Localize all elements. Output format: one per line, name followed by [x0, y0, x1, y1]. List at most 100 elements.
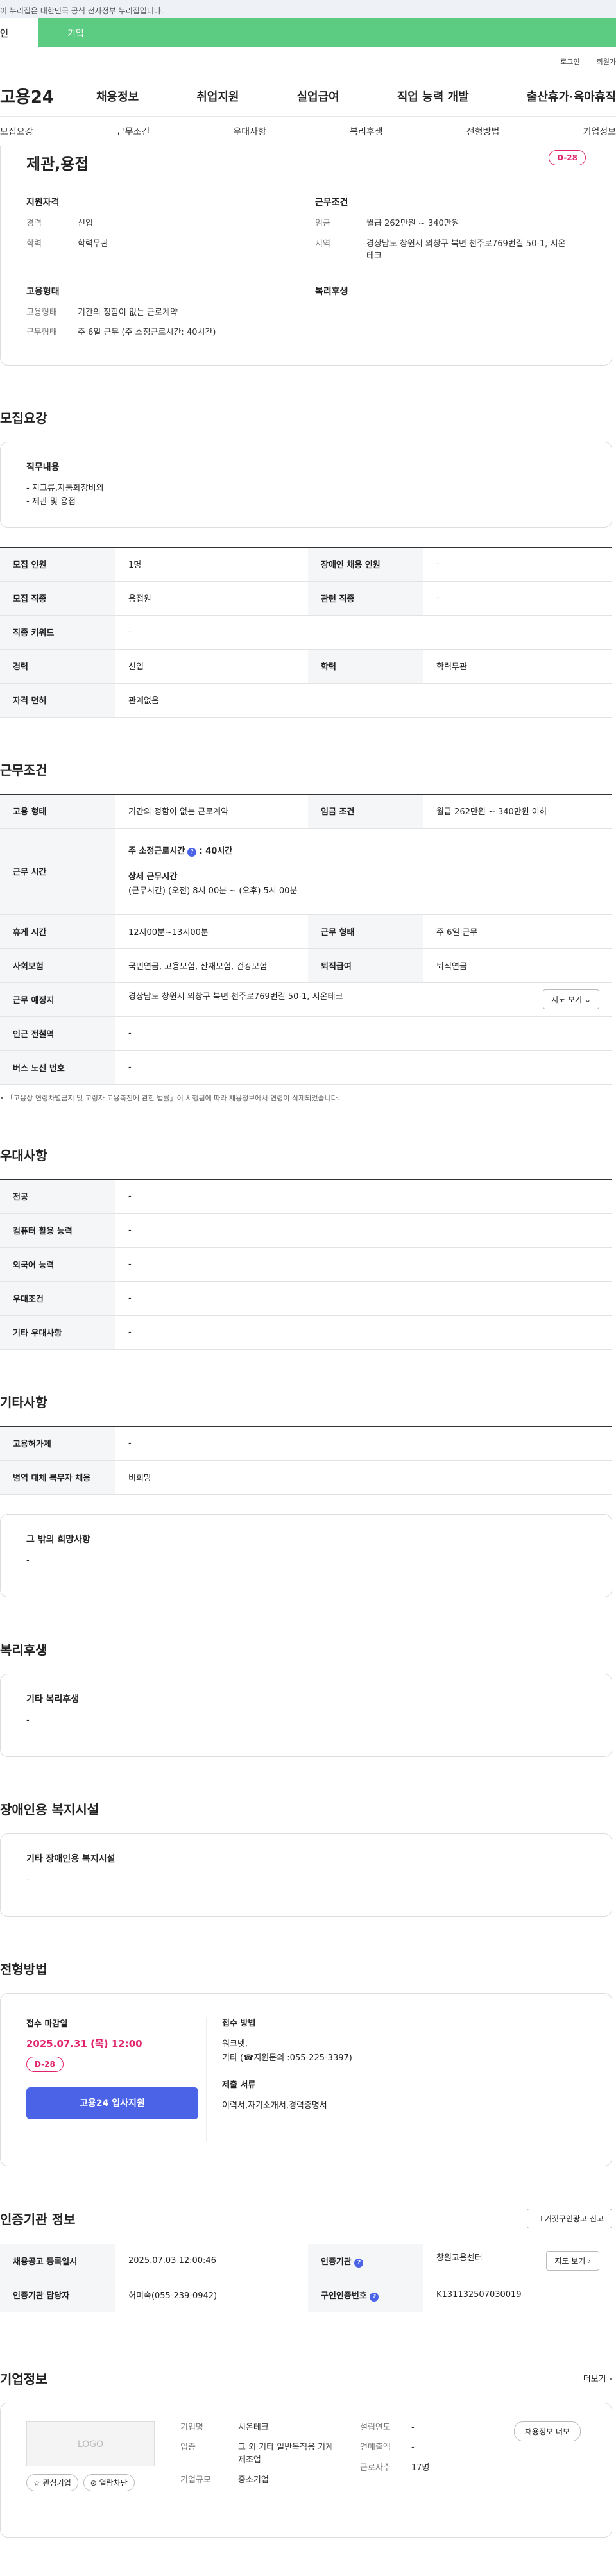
etc-table: 고용허가제 - 병역 대체 복무자 채용 비희망	[0, 1426, 612, 1495]
gnb-item-employment-support[interactable]: 취업지원	[196, 88, 239, 105]
weekly-hours-label: 주 소정근로시간	[128, 846, 185, 856]
tab-work-conditions[interactable]: 근무조건	[117, 125, 150, 138]
info-icon[interactable]: ?	[370, 2292, 379, 2302]
table-row: 채용공고 등록일시 2025.07.03 12:00:46 인증기관 ? 창원고용센터…	[0, 2244, 612, 2278]
work-time-cell: 주 소정근로시간 ? : 40시간 상세 근무시간 (근무시간) (오전) 8시…	[116, 828, 612, 915]
table-cell: 1명	[116, 547, 308, 582]
table-row: 버스 노선 번호 -	[0, 1050, 612, 1085]
table-row: 우대조건 -	[0, 1281, 612, 1316]
documents-heading: 제출 서류	[222, 2080, 256, 2091]
tab-recruit[interactable]: 모집요강	[0, 125, 33, 138]
usertype-individual[interactable]: 인	[0, 18, 38, 47]
table-row: 전공 -	[0, 1179, 612, 1214]
join-link[interactable]: 회원가	[597, 56, 616, 67]
usertype-company[interactable]: 기업	[38, 18, 616, 47]
cert-header: 인증기관 정보 ☐ 거짓구인광고 신고	[0, 2208, 612, 2228]
preference-table: 전공 - 컴퓨터 활용 능력 - 외국어 능력 - 우대조건 - 기타 우대사항 -	[0, 1179, 612, 1350]
age-note: • 「고용상 연령차별금지 및 고령자 고용촉진에 관한 법률」이 시행됨에 따…	[0, 1093, 616, 1103]
cert-number-label: 구인인증번호	[321, 2291, 367, 2301]
cert-agency-value: 창원고용센터	[436, 2253, 483, 2264]
report-button[interactable]: ☐ 거짓구인광고 신고	[527, 2208, 612, 2228]
career-label: 경력	[26, 219, 42, 228]
table-cell: 학력무관	[424, 649, 612, 684]
usertype-switch: 인 기업	[0, 18, 616, 47]
gnb-item-skill-development[interactable]: 직업 능력 개발	[397, 88, 469, 105]
apply-card: 접수 마감일 2025.07.31 (목) 12:00 D-28 고용24 입사…	[0, 1992, 612, 2166]
table-header-cell: 외국어 능력	[0, 1247, 116, 1282]
preference-section-title: 우대사항	[0, 1147, 47, 1163]
disability-box-heading: 기타 장애인용 복지시설	[26, 1853, 116, 1864]
table-header-cell: 채용공고 등록일시	[0, 2244, 116, 2278]
info-icon[interactable]: ?	[354, 2258, 364, 2268]
other-wishes-box: 그 밖의 희망사항 -	[0, 1513, 612, 1597]
chevron-right-icon: ›	[588, 2257, 591, 2266]
tab-welfare[interactable]: 복리후생	[350, 125, 383, 138]
tab-process[interactable]: 전형방법	[466, 125, 500, 138]
table-cell: 기간의 정함이 없는 근로계약	[116, 794, 308, 829]
table-row: 컴퓨터 활용 능력 -	[0, 1213, 612, 1248]
detail-hours-label: 상세 근무시간	[128, 871, 178, 882]
favorite-company-button[interactable]: ☆ 관심기업	[26, 2473, 78, 2491]
method-line: 기타 (☎지원문의 :055-225-3397)	[222, 2053, 352, 2064]
table-cell: 신입	[116, 649, 308, 684]
corp-staff-value: 17명	[411, 2462, 430, 2473]
table-header-cell: 버스 노선 번호	[0, 1050, 116, 1085]
education-label: 학력	[26, 239, 42, 249]
company-jobs-button[interactable]: 채용정보 더보	[514, 2421, 581, 2441]
method-heading: 접수 방법	[222, 2018, 256, 2028]
gnb-item-jobs[interactable]: 채용정보	[96, 88, 139, 105]
corp-year-value: -	[411, 2422, 415, 2432]
table-cell: -	[116, 1016, 612, 1051]
table-header-cell: 고용허가제	[0, 1426, 116, 1461]
site-logo[interactable]: 고용24	[0, 84, 96, 108]
table-row: 모집 직종 용접원 관련 직종 -	[0, 581, 612, 616]
table-row: 고용허가제 -	[0, 1426, 612, 1461]
tab-preference[interactable]: 우대사항	[233, 125, 266, 138]
report-icon: ☐	[535, 2214, 545, 2223]
cert-table: 채용공고 등록일시 2025.07.03 12:00:46 인증기관 ? 창원고용센터…	[0, 2243, 612, 2312]
corp-industry-label: 업종	[180, 2443, 196, 2453]
utility-nav: 로그인 회원가	[0, 47, 616, 76]
login-link[interactable]: 로그인	[560, 56, 579, 67]
corp-actions: 채용정보 더보	[514, 2421, 581, 2519]
table-cell: 국민연금, 고용보험, 산재보험, 건강보험	[116, 948, 308, 983]
welfare-box-heading: 기타 복리후생	[26, 1694, 80, 1705]
table-cell: 2025.07.03 12:00:46	[116, 2244, 308, 2278]
deadline-block: 접수 마감일 2025.07.31 (목) 12:00 D-28 고용24 입사…	[26, 2017, 206, 2142]
table-cell: 주 6일 근무	[424, 914, 612, 949]
table-cell: 허미숙(055-239-0942)	[116, 2278, 308, 2312]
global-nav: 고용24 채용정보 취업지원 실업급여 직업 능력 개발 출산휴가·육아휴직	[0, 76, 616, 117]
table-cell: -	[424, 547, 612, 582]
cert-section-title: 인증기관 정보	[0, 2211, 76, 2227]
tab-company[interactable]: 기업정보	[583, 125, 616, 138]
employment-type-value: 기간의 정함이 없는 근로계약	[78, 307, 178, 317]
table-header-cell: 자격 면허	[0, 683, 116, 718]
work-condition-block: 근무조건 임금 월급 262만원 ~ 340만원 지역 경상남도 창원시 의창구 북…	[315, 196, 572, 271]
work-type-value: 주 6일 근무 (주 소정근로시간: 40시간)	[78, 328, 216, 337]
table-row: 휴게 시간 12시00분~13시00분 근무 형태 주 6일 근무	[0, 914, 612, 949]
table-header-cell: 우대조건	[0, 1281, 116, 1316]
cert-map-button[interactable]: 지도 보기 ›	[546, 2251, 599, 2271]
block-icon: ⊘	[90, 2478, 99, 2488]
qualification-block: 지원자격 경력 신입 학력 학력무관	[26, 196, 315, 271]
table-row: 경력 신입 학력 학력무관	[0, 649, 612, 684]
map-view-button[interactable]: 지도 보기 ⌄	[543, 989, 599, 1010]
block-view-button[interactable]: ⊘ 열람차단	[83, 2473, 135, 2491]
table-cell: -	[116, 1213, 612, 1248]
work-type-label: 근무형태	[26, 328, 57, 337]
corp-more-link[interactable]: 더보기 ›	[583, 2372, 612, 2384]
bullet-icon: •	[0, 1093, 6, 1102]
table-cell: 12시00분~13시00분	[116, 914, 308, 949]
table-cell: 관계없음	[116, 683, 612, 718]
table-header-cell: 임금 조건	[308, 794, 424, 829]
info-icon[interactable]: ?	[187, 847, 197, 857]
table-header-cell: 직종 키워드	[0, 615, 116, 650]
disability-box-value: -	[26, 1875, 30, 1885]
gnb-item-unemployment-benefit[interactable]: 실업급여	[297, 88, 339, 105]
chevron-down-icon: ⌄	[584, 995, 591, 1005]
gov-banner: 이 누리집은 대한민국 공식 전자정부 누리집입니다.	[0, 0, 616, 18]
welfare-box: 기타 복리후생 -	[0, 1673, 612, 1757]
apply-button[interactable]: 고용24 입사지원	[26, 2087, 198, 2119]
gnb-menu: 채용정보 취업지원 실업급여 직업 능력 개발 출산휴가·육아휴직	[96, 88, 616, 105]
gnb-item-parental-leave[interactable]: 출산휴가·육아휴직	[527, 88, 616, 105]
